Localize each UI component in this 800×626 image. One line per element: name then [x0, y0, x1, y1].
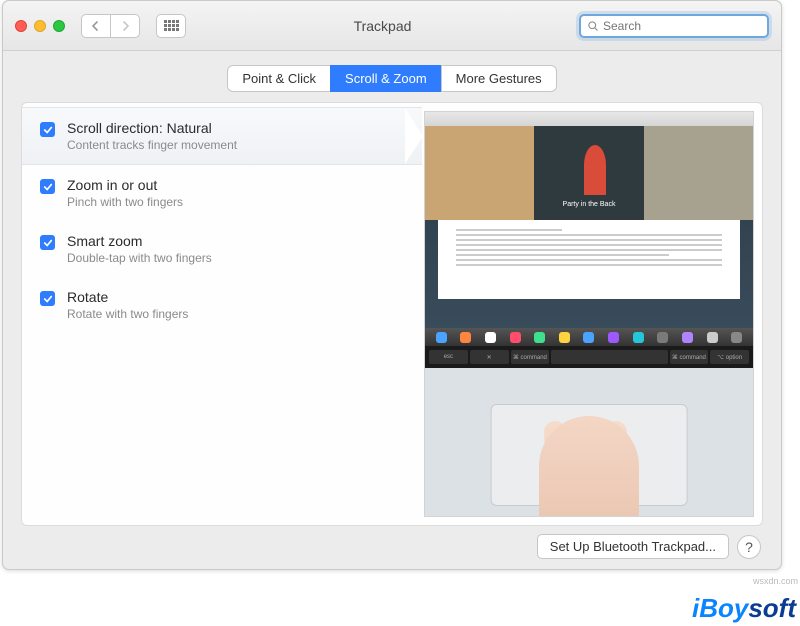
check-icon — [43, 238, 53, 248]
option-title: Smart zoom — [67, 233, 212, 249]
touchbar-key — [551, 350, 667, 364]
help-button[interactable]: ? — [737, 535, 761, 559]
window-title: Trackpad — [196, 18, 569, 34]
forward-button[interactable] — [110, 14, 140, 38]
titlebar: Trackpad — [3, 1, 781, 51]
checkbox[interactable] — [40, 179, 55, 194]
window-controls — [15, 20, 65, 32]
gesture-preview: Party in the Back esc ✕ ⌘ command ⌘ comm… — [424, 111, 754, 517]
option-rotate[interactable]: Rotate Rotate with two fingers — [22, 277, 422, 333]
option-scroll-direction[interactable]: Scroll direction: Natural Content tracks… — [22, 107, 422, 165]
footer: Set Up Bluetooth Trackpad... ? — [21, 526, 763, 559]
tab-point-click[interactable]: Point & Click — [227, 65, 331, 92]
options-list: Scroll direction: Natural Content tracks… — [22, 103, 422, 525]
check-icon — [43, 125, 53, 135]
watermark-logo: iBoysoft — [692, 593, 796, 624]
chevron-left-icon — [91, 21, 101, 31]
close-icon[interactable] — [15, 20, 27, 32]
preview-touchbar: esc ✕ ⌘ command ⌘ command ⌥ option — [425, 346, 753, 516]
back-button[interactable] — [81, 14, 111, 38]
preview-dock — [425, 328, 753, 346]
checkbox[interactable] — [40, 291, 55, 306]
settings-panel: Scroll direction: Natural Content tracks… — [21, 102, 763, 526]
chevron-right-icon — [120, 21, 130, 31]
touchbar-key: ⌘ command — [670, 350, 709, 364]
preview-caption: Party in the Back — [458, 201, 720, 208]
source-tag: wsxdn.com — [753, 576, 798, 586]
touchbar-key: ⌘ command — [511, 350, 550, 364]
option-desc: Double-tap with two fingers — [67, 251, 212, 265]
option-desc: Rotate with two fingers — [67, 307, 188, 321]
touchbar-key: ✕ — [470, 350, 509, 364]
tab-more-gestures[interactable]: More Gestures — [441, 65, 557, 92]
touchbar-key: esc — [429, 350, 468, 364]
option-desc: Pinch with two fingers — [67, 195, 183, 209]
tab-bar: Point & Click Scroll & Zoom More Gesture… — [21, 65, 763, 92]
option-zoom[interactable]: Zoom in or out Pinch with two fingers — [22, 165, 422, 221]
preferences-window: Trackpad Point & Click Scroll & Zoom Mor… — [2, 0, 782, 570]
check-icon — [43, 182, 53, 192]
search-input[interactable] — [603, 19, 761, 33]
nav-buttons — [81, 14, 140, 38]
zoom-icon[interactable] — [53, 20, 65, 32]
show-all-button[interactable] — [156, 14, 186, 38]
search-icon — [587, 20, 599, 32]
check-icon — [43, 294, 53, 304]
content-area: Point & Click Scroll & Zoom More Gesture… — [3, 51, 781, 569]
grid-icon — [164, 20, 179, 31]
option-title: Zoom in or out — [67, 177, 183, 193]
checkbox[interactable] — [40, 122, 55, 137]
option-desc: Content tracks finger movement — [67, 138, 237, 152]
minimize-icon[interactable] — [34, 20, 46, 32]
preview-screen: Party in the Back — [425, 112, 753, 346]
checkbox[interactable] — [40, 235, 55, 250]
tab-scroll-zoom[interactable]: Scroll & Zoom — [330, 65, 442, 92]
setup-bluetooth-button[interactable]: Set Up Bluetooth Trackpad... — [537, 534, 729, 559]
preview-area: Party in the Back esc ✕ ⌘ command ⌘ comm… — [422, 103, 762, 525]
hand-icon — [539, 416, 639, 517]
option-smart-zoom[interactable]: Smart zoom Double-tap with two fingers — [22, 221, 422, 277]
search-field[interactable] — [579, 14, 769, 38]
touchbar-key: ⌥ option — [710, 350, 749, 364]
option-title: Rotate — [67, 289, 188, 305]
option-title: Scroll direction: Natural — [67, 120, 237, 136]
